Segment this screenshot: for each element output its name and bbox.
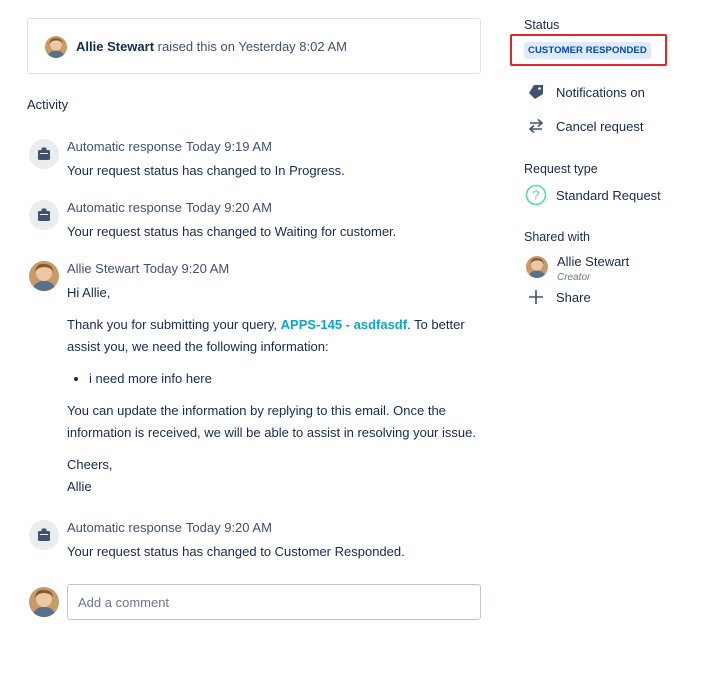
comment-input[interactable] (67, 584, 481, 620)
swap-arrows-icon (524, 116, 548, 136)
user-avatar (29, 587, 59, 617)
plus-icon (524, 287, 548, 307)
user-avatar (45, 36, 67, 58)
entry-author: Allie Stewart (67, 261, 140, 276)
request-type-value: ? Standard Request (524, 184, 661, 206)
svg-text:?: ? (532, 188, 539, 203)
shared-user-role: Creator (557, 272, 591, 283)
entry-text: Your request status has changed to Custo… (67, 544, 405, 559)
status-label: Status (524, 18, 560, 32)
entry-time: Today 9:20 AM (143, 261, 230, 276)
entry-author: Automatic response (67, 520, 182, 535)
entry-author: Automatic response (67, 139, 182, 154)
activity-heading: Activity (27, 97, 69, 112)
entry-author: Automatic response (67, 200, 182, 215)
request-type-label: Request type (524, 162, 598, 176)
activity-entry: Automatic response Today 9:20 AM Your req… (27, 200, 481, 244)
message-greeting: Hi Allie, (67, 285, 111, 300)
list-item: i need more info here (89, 368, 476, 390)
user-avatar (29, 261, 59, 291)
shared-user-name: Allie Stewart (557, 254, 630, 269)
entry-time: Today 9:20 AM (185, 200, 272, 215)
request-type-name: Standard Request (556, 187, 661, 203)
activity-entry: Automatic response Today 9:19 AM Your req… (27, 139, 481, 183)
tag-icon (524, 82, 548, 102)
entry-time: Today 9:20 AM (185, 520, 272, 535)
bot-icon (29, 200, 59, 230)
message-text: You can update the information by replyi… (67, 403, 446, 418)
share-label: Share (556, 289, 591, 305)
activity-entry: Automatic response Today 9:20 AM Your req… (27, 520, 481, 564)
bot-icon (29, 520, 59, 550)
shared-with-label: Shared with (524, 230, 591, 244)
entry-text: Your request status has changed to In Pr… (67, 163, 345, 178)
message-text: assist you, we need the following inform… (67, 339, 329, 354)
user-avatar (526, 256, 548, 278)
message-text: . To better (407, 317, 465, 332)
message-text: information is received, we will be able… (67, 425, 476, 440)
info-list: i need more info here (89, 368, 476, 390)
issue-link[interactable]: APPS-145 - asdfasdf (281, 317, 407, 332)
message-text: Thank you for submitting your query, (67, 317, 281, 332)
cancel-request-label: Cancel request (556, 118, 644, 134)
notifications-toggle[interactable]: Notifications on (524, 82, 645, 102)
message-signature: Allie (67, 479, 92, 494)
message-signoff: Cheers, (67, 457, 113, 472)
message-body: Hi Allie, Thank you for submitting your … (67, 282, 476, 508)
notifications-label: Notifications on (556, 84, 645, 100)
comment-composer (27, 584, 481, 620)
raised-by-text: raised this on Yesterday 8:02 AM (154, 39, 347, 54)
request-raised-summary: Allie Stewart raised this on Yesterday 8… (27, 18, 481, 74)
share-button[interactable]: Share (524, 287, 591, 307)
entry-text: Your request status has changed to Waiti… (67, 224, 397, 239)
cancel-request-button[interactable]: Cancel request (524, 116, 643, 136)
question-circle-icon: ? (524, 184, 548, 206)
activity-entry-message: Allie Stewart Today 9:20 AM Hi Allie, Tha… (27, 261, 481, 501)
status-badge: CUSTOMER RESPONDED (524, 42, 651, 59)
raised-by-name: Allie Stewart (76, 39, 155, 54)
entry-time: Today 9:19 AM (185, 139, 272, 154)
bot-icon (29, 139, 59, 169)
